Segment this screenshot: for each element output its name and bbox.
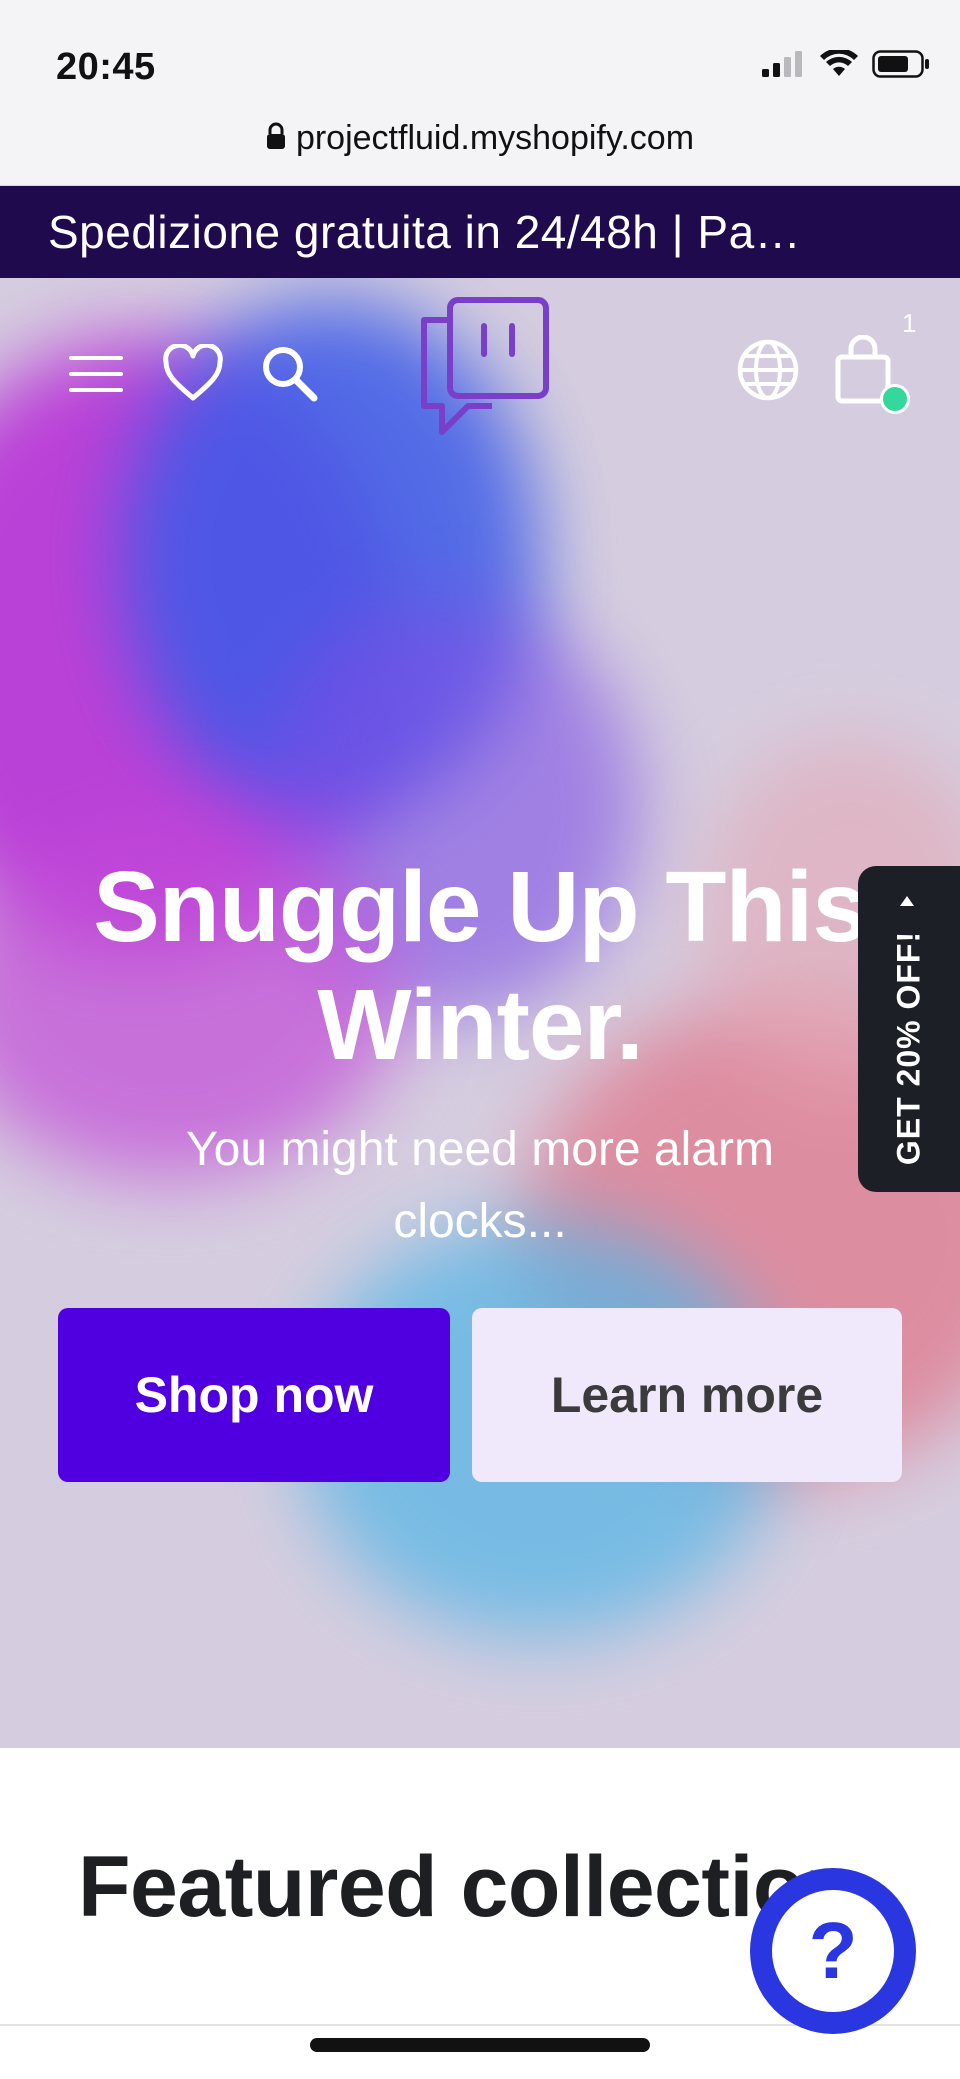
announcement-text: Spedizione gratuita in 24/48h | Pa… (48, 206, 802, 258)
question-mark-icon: ? (772, 1890, 894, 2012)
status-time: 20:45 (56, 46, 156, 88)
featured-collection-title: Featured collection (78, 1839, 858, 1935)
announcement-bar[interactable]: Spedizione gratuita in 24/48h | Pa… (0, 186, 960, 278)
heart-icon[interactable] (158, 338, 228, 408)
help-chat-button[interactable]: ? (750, 1868, 916, 2034)
learn-more-button[interactable]: Learn more (472, 1308, 902, 1482)
hero-subtitle: You might need more alarm clocks... (186, 1123, 774, 1248)
cart-status-dot (880, 384, 910, 414)
cart-count: 1 (902, 308, 917, 338)
discount-side-tab[interactable]: GET 20% OFF! (858, 866, 960, 1192)
hero-title: Snuggle Up This Winter. (93, 851, 868, 1081)
url-text[interactable]: projectfluid.myshopify.com (296, 119, 694, 158)
cellular-signal-icon (762, 51, 806, 82)
chat-face-logo-icon[interactable] (414, 296, 552, 438)
globe-icon[interactable] (734, 336, 802, 404)
battery-icon (872, 50, 930, 83)
status-icons (762, 48, 930, 83)
menu-icon[interactable] (66, 344, 126, 404)
wifi-icon (820, 48, 858, 83)
lock-icon (266, 122, 286, 155)
hero-banner: 1 Snuggle Up This Winter. You might need… (0, 278, 960, 1748)
address-bar[interactable]: projectfluid.myshopify.com (0, 112, 960, 164)
caret-up-icon (900, 896, 914, 906)
search-icon[interactable] (256, 340, 322, 406)
header-nav: 1 (0, 278, 960, 448)
status-bar: 20:45 projectfluid.myshopify.com (0, 0, 960, 186)
discount-tab-label: GET 20% OFF! (890, 930, 927, 1166)
home-indicator[interactable] (310, 2038, 650, 2052)
shop-now-button[interactable]: Shop now (58, 1308, 450, 1482)
